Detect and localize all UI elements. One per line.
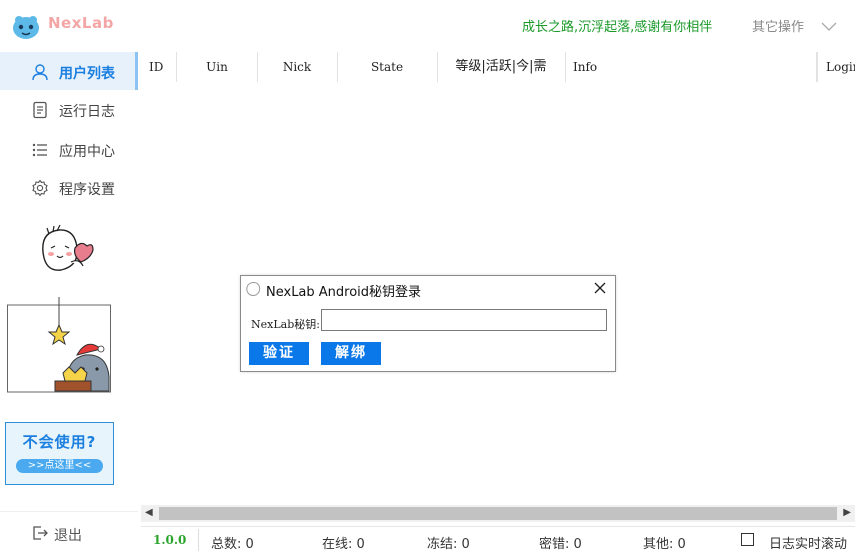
status-bar: 1.0.0 总数: 0 在线: 0 冻结: 0 密错: 0 其他: 0 日志实时… bbox=[141, 526, 855, 554]
brand-title: NexLab bbox=[48, 14, 114, 32]
column-header-state[interactable]: State bbox=[337, 52, 438, 82]
help-title: 不会使用? bbox=[22, 433, 97, 451]
cat-with-star-image bbox=[7, 297, 111, 393]
column-header-uin[interactable]: Uin bbox=[177, 52, 258, 82]
nexlab-logo-icon bbox=[13, 16, 39, 39]
frozen-count: 冻结: 0 bbox=[427, 537, 470, 552]
slogan-text: 成长之路,沉浮起落,感谢有你相伴 bbox=[522, 20, 713, 35]
login-key-dialog: NexLab Android秘钥登录 NexLab秘钥: 验证 解绑 bbox=[240, 275, 616, 372]
key-input[interactable] bbox=[321, 309, 607, 331]
scrollbar-thumb[interactable] bbox=[159, 507, 837, 520]
user-icon bbox=[32, 64, 48, 81]
exit-label: 退出 bbox=[54, 528, 82, 544]
scroll-right-icon[interactable]: ▶ bbox=[843, 507, 851, 518]
chevron-down-icon[interactable] bbox=[821, 22, 837, 32]
help-link-button[interactable]: >>点这里<< bbox=[16, 459, 103, 473]
logout-icon bbox=[33, 526, 48, 540]
total-count: 总数: 0 bbox=[211, 537, 254, 552]
autoscroll-label: 日志实时滚动 bbox=[769, 537, 848, 552]
column-header-info[interactable]: Info bbox=[565, 52, 817, 82]
other-operations-menu[interactable]: 其它操作 bbox=[752, 16, 804, 35]
column-header-level[interactable]: 等级|活跃|今|需 bbox=[437, 52, 566, 82]
close-icon[interactable] bbox=[593, 281, 607, 295]
unbind-button[interactable]: 解绑 bbox=[321, 342, 381, 365]
sidebar-item-users[interactable]: 用户列表 bbox=[0, 52, 138, 90]
column-header-login[interactable]: Login bbox=[817, 52, 855, 82]
sidebar-item-logs[interactable]: 运行日志 bbox=[0, 90, 138, 128]
user-table-header: ID Uin Nick State 等级|活跃|今|需 Info Login bbox=[141, 52, 855, 82]
horizontal-scrollbar[interactable]: ◀ ▶ bbox=[141, 505, 855, 522]
help-banner[interactable]: 不会使用? >>点这里<< bbox=[5, 422, 114, 485]
sidebar-item-label: 应用中心 bbox=[59, 144, 115, 160]
sidebar-item-label: 用户列表 bbox=[59, 66, 115, 82]
online-count: 在线: 0 bbox=[322, 537, 365, 552]
other-count: 其他: 0 bbox=[643, 537, 686, 552]
status-divider bbox=[198, 529, 199, 551]
verify-button[interactable]: 验证 bbox=[249, 342, 309, 365]
sidebar-item-label: 程序设置 bbox=[59, 182, 115, 198]
key-field-label: NexLab秘钥: bbox=[251, 318, 320, 331]
sidebar-item-settings[interactable]: 程序设置 bbox=[0, 168, 138, 206]
document-icon bbox=[33, 101, 47, 119]
autoscroll-checkbox[interactable] bbox=[741, 533, 754, 546]
sidebar-item-label: 运行日志 bbox=[59, 104, 115, 120]
version-label: 1.0.0 bbox=[153, 533, 187, 547]
scroll-left-icon[interactable]: ◀ bbox=[145, 507, 153, 518]
column-header-nick[interactable]: Nick bbox=[257, 52, 338, 82]
sidebar-item-apps[interactable]: 应用中心 bbox=[0, 130, 138, 168]
dialog-title: NexLab Android秘钥登录 bbox=[266, 285, 422, 300]
column-header-id[interactable]: ID bbox=[141, 52, 177, 82]
password-error-count: 密错: 0 bbox=[539, 537, 582, 552]
app-window-icon bbox=[246, 281, 261, 296]
sidebar-divider bbox=[0, 511, 138, 512]
cartoon-sticker-image bbox=[42, 224, 94, 271]
list-icon bbox=[32, 143, 47, 157]
gear-icon bbox=[32, 179, 48, 197]
